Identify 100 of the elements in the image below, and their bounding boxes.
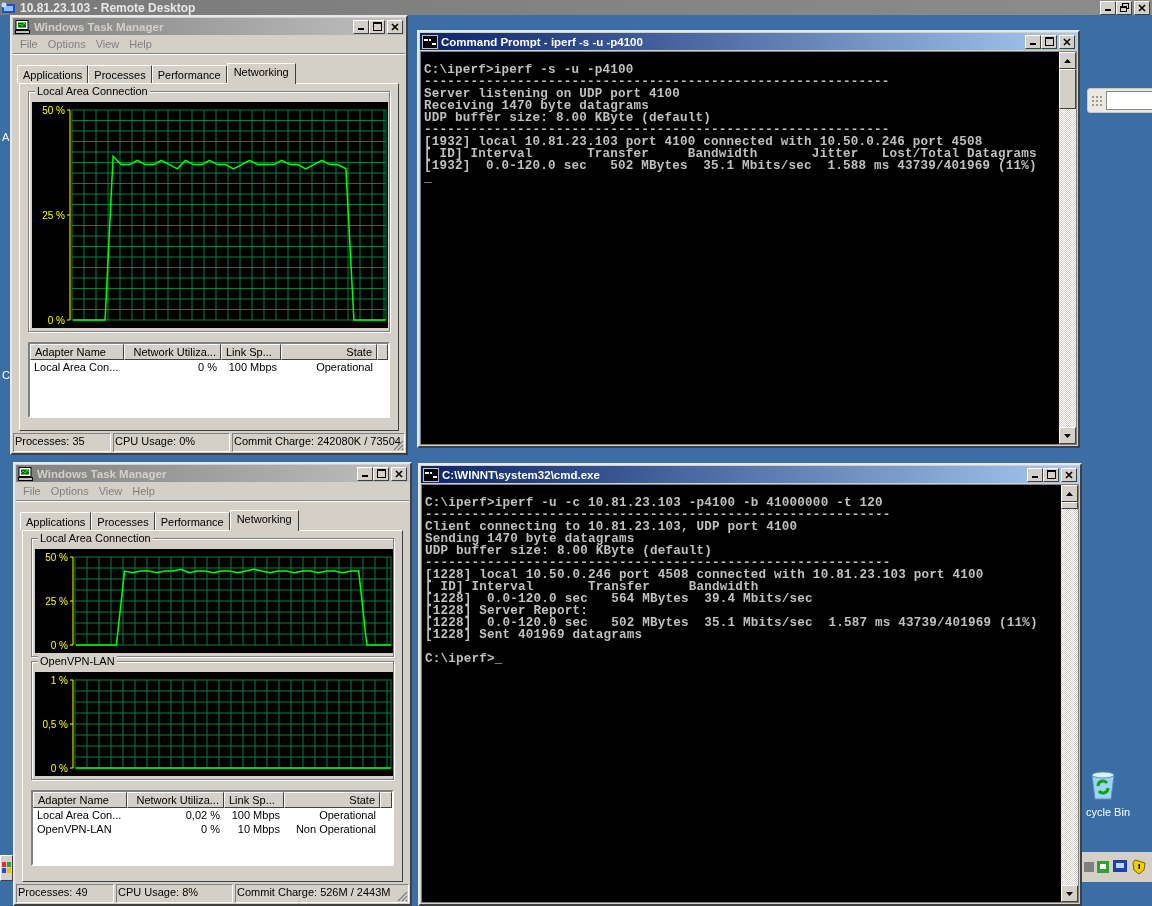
status-bar-field: Processes: 49 [16,884,114,903]
console-line: ------------------------------------------------------------ [424,124,890,136]
group-title: Local Area Connection [35,85,150,97]
column-header[interactable]: Adapter Name [30,344,124,360]
monitor-icon [15,19,31,34]
column-header[interactable]: State [284,792,380,808]
tab[interactable]: Applications [17,65,89,83]
resize-grip-icon[interactable] [397,891,408,902]
maximize-icon [376,469,386,478]
maximize-button[interactable] [373,466,389,481]
minimize-icon [358,28,364,30]
console-line: Server listening on UDP port 4100 [424,88,680,100]
tab[interactable]: Applications [20,512,92,530]
recycle-bin-icon[interactable] [1088,770,1118,800]
axis-tick-label: 0,5 % [42,718,68,730]
minimize-icon [1032,476,1038,478]
axis-tick-label: 50 % [42,104,65,116]
scroll-up-button[interactable] [1059,52,1076,69]
desktop-icon-label: A [2,131,10,143]
maximize-button[interactable] [1043,467,1059,482]
tab[interactable]: Processes [91,512,155,530]
close-icon [395,469,403,478]
scroll-thumb[interactable] [1059,69,1076,109]
up-arrow-icon [1066,491,1073,496]
column-header[interactable]: State [281,344,377,360]
console-line: C:\iperf>_ [425,653,503,665]
tab[interactable]: Networking [226,63,296,84]
remote-desktop-icon [1,1,17,14]
axis-tick [66,319,71,321]
up-arrow-icon [1064,58,1071,63]
monitor-icon [18,466,34,481]
scroll-down-button[interactable] [1059,427,1076,444]
tab[interactable]: Processes [88,65,152,83]
console-line: ------------------------------------------------------------ [425,509,891,521]
scrollbar[interactable] [1061,485,1078,902]
scroll-up-button[interactable] [1061,485,1078,502]
minimize-button[interactable] [353,19,369,34]
start-button[interactable] [0,855,13,881]
close-icon [1063,37,1071,46]
scroll-thumb[interactable] [1061,502,1078,509]
column-header[interactable]: Link Sp... [224,792,284,808]
input-field[interactable] [1106,91,1152,110]
down-arrow-icon [1066,891,1073,896]
minimize-icon [1105,9,1111,11]
close-button[interactable] [1059,34,1075,49]
restore-button[interactable] [1116,0,1132,15]
axis-tick-label: 1 % [50,674,68,686]
console-line: Client connecting to 10.81.23.103, UDP port 4100 [425,521,798,533]
tab[interactable]: Performance [154,512,230,530]
console-line: C:\iperf>iperf -u -c 10.81.23.103 -p4100 -b 41000000 -t 120 [425,497,883,509]
group-title: OpenVPN-LAN [38,655,117,667]
status-bar-field: Commit Charge: 242080K / 73504 [232,433,405,452]
scrollbar[interactable] [1059,52,1076,444]
axis-tick [66,214,71,216]
column-header[interactable]: Adapter Name [33,792,127,808]
column-header[interactable]: Link Sp... [221,344,281,360]
console-line: [ ID] Interval Transfer Bandwidth Jitter Lost/Total Datagrams [424,148,1037,160]
table-cell-text: 0 % [197,361,218,373]
desktop-icon-label: C [2,369,10,381]
close-button[interactable] [1061,467,1077,482]
maximize-button[interactable] [1041,34,1057,49]
down-arrow-icon [1064,433,1071,438]
console-line: [1932] 0.0-120.0 sec 502 MBytes 35.1 Mbits/sec 1.588 ms 43739/401969 (11%) [424,160,1037,172]
maximize-icon [372,22,382,31]
minimize-icon [362,475,368,477]
table-cell-text: 0,02 % [184,809,221,821]
table-cell-text: Local Area Con... [36,809,123,821]
close-button[interactable] [1134,0,1150,15]
column-header[interactable]: Network Utiliza... [124,344,221,360]
console-icon [423,467,439,482]
window-title: Windows Task Manager [34,20,164,33]
maximize-icon [1046,470,1056,479]
remote-desktop-title: 10.81.23.103 - Remote Desktop [20,0,196,15]
status-bar-field: CPU Usage: 8% [116,884,233,903]
recycle-bin-label: cycle Bin [1086,806,1131,818]
minimize-button[interactable] [1027,467,1043,482]
close-icon [1065,470,1073,479]
axis-tick [69,644,74,646]
tab[interactable]: Networking [229,510,299,531]
group-title: Local Area Connection [38,532,153,544]
window-title: Command Prompt - iperf -s -u -p4100 [441,35,643,48]
console-line: Sending 1470 byte datagrams [425,533,635,545]
tab[interactable]: Performance [151,65,227,83]
table-cell-text: Local Area Con... [33,361,120,373]
window-title: C:\WINNT\system32\cmd.exe [442,468,600,481]
minimize-button[interactable] [357,466,373,481]
close-button[interactable] [391,466,407,481]
axis-tick [69,600,74,602]
minimize-button[interactable] [1100,0,1116,15]
console-line: [1228] local 10.50.0.246 port 4508 connected with 10.81.23.103 port 4100 [425,569,984,581]
scroll-down-button[interactable] [1061,885,1078,902]
column-header[interactable]: Network Utiliza... [127,792,224,808]
status-bar-field: Commit Charge: 526M / 2443M [235,884,409,903]
console-line: UDP buffer size: 8.00 KByte (default) [425,545,713,557]
axis-tick-label: 25 % [45,595,68,607]
close-button[interactable] [387,19,403,34]
minimize-button[interactable] [1025,34,1041,49]
axis-tick-label: 0 % [50,639,68,651]
console-line: [ ID] Interval Transfer Bandwidth [425,581,759,593]
maximize-button[interactable] [369,19,385,34]
